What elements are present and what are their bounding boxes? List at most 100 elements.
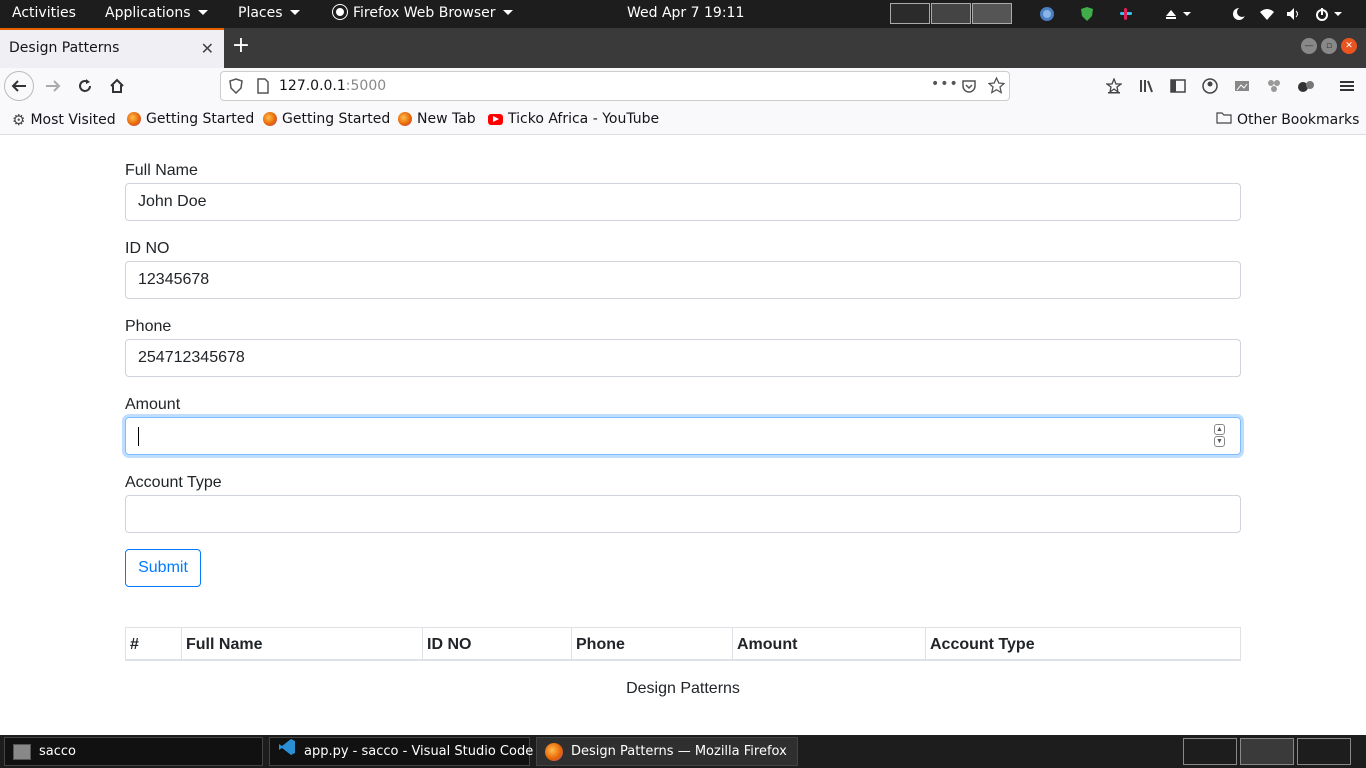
- spin-down-icon[interactable]: ▼: [1214, 436, 1225, 447]
- bookmark-getting-started-2[interactable]: Getting Started: [263, 111, 390, 127]
- extension-image-icon[interactable]: [1227, 71, 1257, 101]
- bookmark-label: Getting Started: [146, 111, 255, 127]
- places-menu[interactable]: Places: [238, 0, 300, 28]
- account-icon[interactable]: [1195, 71, 1225, 101]
- bookmark-ticko-africa[interactable]: Ticko Africa - YouTube: [488, 111, 659, 127]
- shield-icon[interactable]: [1078, 5, 1096, 23]
- workspace-switcher-1[interactable]: [1183, 738, 1237, 765]
- firefox-icon: [545, 742, 563, 761]
- globe-icon[interactable]: [1038, 5, 1056, 23]
- clock[interactable]: Wed Apr 7 19:11: [627, 0, 744, 28]
- night-light-icon[interactable]: [1230, 5, 1248, 23]
- wifi-icon[interactable]: [1258, 5, 1276, 23]
- records-table: # Full Name ID NO Phone Amount Account T…: [125, 627, 1241, 661]
- task-sacco[interactable]: sacco: [4, 737, 263, 766]
- extension-toggle-icon[interactable]: [1291, 71, 1321, 101]
- url-text[interactable]: 127.0.0.1:5000: [279, 78, 386, 94]
- page-info-icon[interactable]: [257, 78, 269, 98]
- id-no-input[interactable]: 12345678: [125, 261, 1241, 299]
- app-name-label: Firefox Web Browser: [353, 5, 496, 21]
- bookmark-most-visited[interactable]: ⚙ Most Visited: [12, 111, 116, 129]
- tab-design-patterns[interactable]: Design Patterns ✕: [0, 28, 224, 68]
- task-vscode[interactable]: app.py - sacco - Visual Studio Code: [269, 737, 533, 766]
- bookmark-getting-started-1[interactable]: Getting Started: [127, 111, 254, 127]
- new-tab-button[interactable]: +: [230, 34, 252, 60]
- url-port: :5000: [345, 78, 387, 94]
- table-header-account-type: Account Type: [925, 628, 1240, 661]
- pocket-icon[interactable]: [961, 78, 977, 98]
- vscode-icon: [278, 738, 296, 766]
- library-icon[interactable]: [1131, 71, 1161, 101]
- table-header-phone: Phone: [571, 628, 732, 661]
- volume-icon[interactable]: [1285, 5, 1303, 23]
- tab-strip: Design Patterns ✕ + — ▫ ✕: [0, 28, 1366, 68]
- app-menu[interactable]: Firefox Web Browser: [333, 0, 513, 28]
- page-footer: Design Patterns: [626, 680, 740, 697]
- places-label: Places: [238, 5, 283, 21]
- text-cursor: [138, 427, 139, 446]
- amount-label: Amount: [125, 396, 181, 413]
- task-firefox[interactable]: Design Patterns — Mozilla Firefox: [536, 737, 798, 766]
- close-window-icon[interactable]: ✕: [1341, 38, 1357, 54]
- navigation-toolbar: 127.0.0.1:5000 •••: [0, 68, 1366, 104]
- workspace-switcher-2[interactable]: [1240, 738, 1294, 765]
- bookmark-label: New Tab: [417, 111, 476, 127]
- activities-button[interactable]: Activities: [12, 0, 76, 28]
- window-taskbar: sacco app.py - sacco - Visual Studio Cod…: [0, 735, 1366, 768]
- home-button[interactable]: [102, 71, 132, 101]
- amount-input[interactable]: ▲ ▼: [125, 417, 1241, 455]
- workspace-3[interactable]: [972, 3, 1012, 24]
- workspace-1[interactable]: [890, 3, 930, 24]
- bookmarks-toolbar: ⚙ Most Visited Getting Started Getting St…: [0, 104, 1366, 135]
- account-type-input[interactable]: [125, 495, 1241, 533]
- chevron-down-icon: [289, 9, 300, 15]
- hamburger-menu-icon[interactable]: [1332, 71, 1362, 101]
- bookmark-label: Most Visited: [30, 112, 116, 128]
- other-bookmarks[interactable]: Other Bookmarks: [1216, 111, 1359, 128]
- slack-icon[interactable]: [1117, 5, 1135, 23]
- submit-button[interactable]: Submit: [125, 549, 201, 587]
- star-bookmark-icon[interactable]: [987, 76, 1006, 98]
- power-icon[interactable]: [1314, 5, 1346, 23]
- table-header-id-no: ID NO: [422, 628, 571, 661]
- id-no-label: ID NO: [125, 240, 170, 257]
- bookmark-new-tab[interactable]: New Tab: [398, 111, 476, 127]
- workspace-2[interactable]: [931, 3, 971, 24]
- full-name-input[interactable]: John Doe: [125, 183, 1241, 221]
- phone-label: Phone: [125, 318, 172, 335]
- youtube-icon: [488, 113, 503, 125]
- firefox-icon: [333, 5, 347, 19]
- address-bar[interactable]: 127.0.0.1:5000 •••: [220, 71, 1010, 101]
- forward-button[interactable]: [38, 71, 68, 101]
- workspace-switcher-3[interactable]: [1297, 738, 1351, 765]
- reload-button[interactable]: [70, 71, 100, 101]
- page-actions-icon[interactable]: •••: [931, 76, 959, 92]
- maximize-icon[interactable]: ▫: [1321, 38, 1337, 54]
- close-tab-icon[interactable]: ✕: [201, 39, 214, 58]
- terminal-icon: [13, 743, 31, 760]
- number-spinner[interactable]: ▲ ▼: [1214, 424, 1226, 448]
- spin-up-icon[interactable]: ▲: [1214, 424, 1225, 435]
- full-name-value: John Doe: [138, 193, 207, 210]
- folder-icon: [1216, 111, 1232, 128]
- applications-label: Applications: [105, 5, 191, 21]
- full-name-label: Full Name: [125, 162, 198, 179]
- sidebar-icon[interactable]: [1163, 71, 1193, 101]
- phone-input[interactable]: 254712345678: [125, 339, 1241, 377]
- chevron-down-icon: [197, 9, 208, 15]
- table-header-amount: Amount: [732, 628, 925, 661]
- system-top-bar: Activities Applications Places Firefox W…: [0, 0, 1366, 28]
- phone-value: 254712345678: [138, 349, 245, 366]
- tab-title: Design Patterns: [9, 40, 120, 56]
- eject-icon[interactable]: [1162, 5, 1196, 23]
- back-button[interactable]: [4, 71, 34, 101]
- firefox-icon: [263, 112, 277, 126]
- gear-icon: ⚙: [12, 111, 26, 129]
- minimize-icon[interactable]: —: [1301, 38, 1317, 54]
- chevron-down-icon: [502, 9, 513, 15]
- shield-icon[interactable]: [229, 78, 243, 98]
- applications-menu[interactable]: Applications: [105, 0, 208, 28]
- extension-puzzle-icon[interactable]: [1259, 71, 1289, 101]
- bookmark-star-icon[interactable]: [1099, 71, 1129, 101]
- page-content: Full Name John Doe ID NO 12345678 Phone …: [0, 135, 1366, 735]
